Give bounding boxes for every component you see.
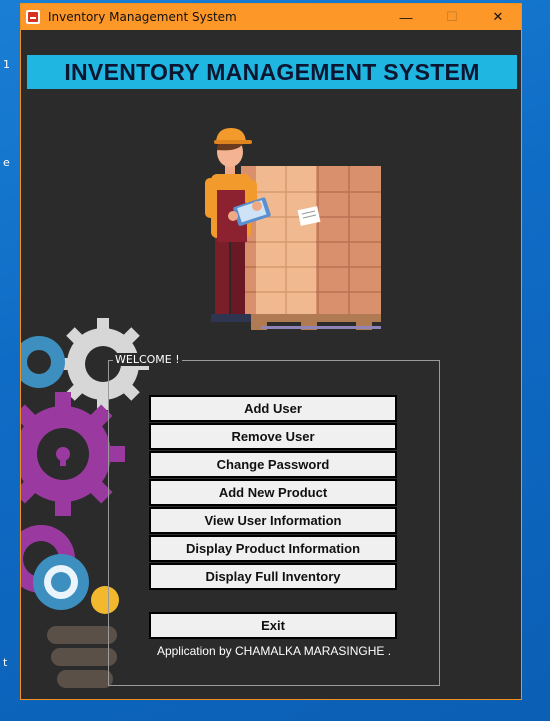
window-title: Inventory Management System xyxy=(48,10,237,24)
welcome-label: WELCOME ! xyxy=(113,353,182,366)
window-controls: — ☐ ✕ xyxy=(383,4,521,30)
desktop-edge-text: 1 xyxy=(3,58,10,71)
display-full-inventory-button[interactable]: Display Full Inventory xyxy=(149,563,397,590)
remove-user-button[interactable]: Remove User xyxy=(149,423,397,450)
add-user-button[interactable]: Add User xyxy=(149,395,397,422)
display-product-information-button[interactable]: Display Product Information xyxy=(149,535,397,562)
page-title: INVENTORY MANAGEMENT SYSTEM xyxy=(64,58,480,85)
minimize-icon[interactable]: — xyxy=(383,4,429,30)
warehouse-worker-illustration xyxy=(205,128,381,330)
maximize-icon[interactable]: ☐ xyxy=(429,4,475,30)
exit-button[interactable]: Exit xyxy=(149,612,397,639)
credit-text: Application by CHAMALKA MARASINGHE . xyxy=(156,644,392,658)
title-bar[interactable]: Inventory Management System — ☐ ✕ xyxy=(21,4,521,30)
welcome-panel: WELCOME ! Add User Remove User Change Pa… xyxy=(108,353,440,686)
desktop-edge-text: e xyxy=(3,156,10,169)
desktop-edge-text: t xyxy=(3,656,8,669)
app-icon xyxy=(26,10,40,24)
app-window: Inventory Management System — ☐ ✕ INVENT… xyxy=(20,3,522,700)
header-banner: INVENTORY MANAGEMENT SYSTEM xyxy=(27,55,517,89)
close-icon[interactable]: ✕ xyxy=(475,4,521,30)
view-user-information-button[interactable]: View User Information xyxy=(149,507,397,534)
change-password-button[interactable]: Change Password xyxy=(149,451,397,478)
add-new-product-button[interactable]: Add New Product xyxy=(149,479,397,506)
